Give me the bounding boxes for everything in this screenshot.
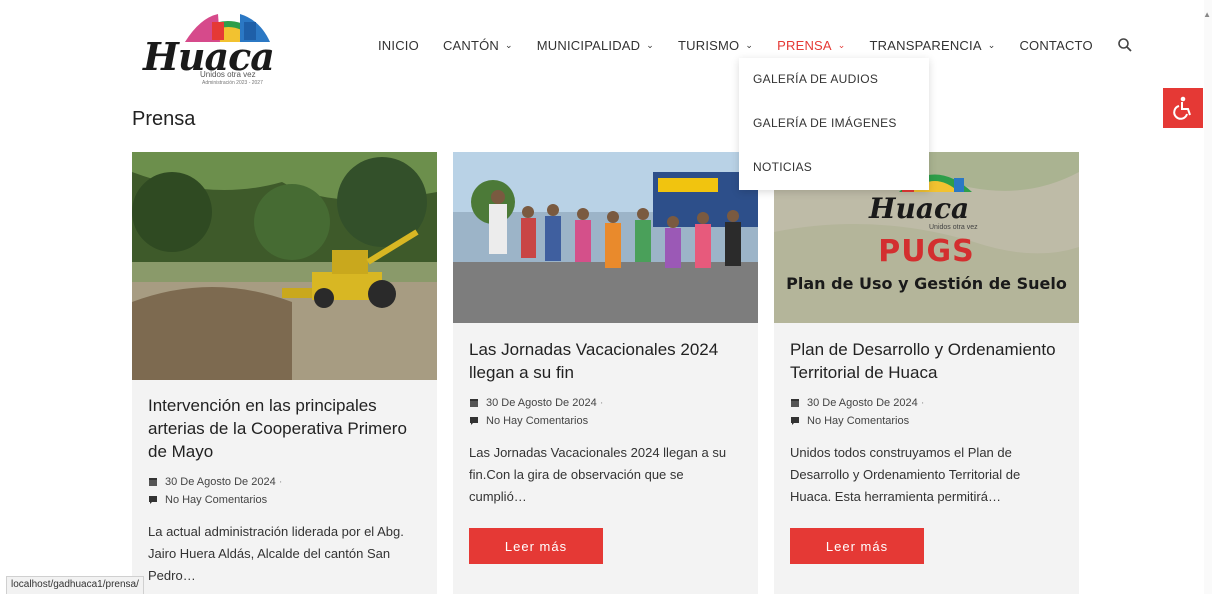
main-nav: INICIO CANTÓN ⌄ MUNICIPALIDAD ⌄ TURISMO ⌄ P… (366, 37, 1133, 53)
post-date: 30 De Agosto De 2024 (807, 397, 918, 409)
post-card: Las Jornadas Vacacionales 2024 llegan a … (453, 152, 758, 594)
nav-item-turismo[interactable]: TURISMO ⌄ (678, 38, 753, 53)
chevron-down-icon: ⌄ (837, 39, 846, 50)
nav-label: TRANSPARENCIA (869, 37, 982, 53)
post-image[interactable] (453, 152, 758, 323)
page-scrollbar[interactable] (1204, 0, 1212, 594)
pugs-subheadline: Plan de Uso y Gestión de Suelo (786, 274, 1067, 293)
pugs-headline: PUGS (878, 234, 975, 269)
nav-item-inicio[interactable]: INICIO (378, 38, 419, 53)
post-comments[interactable]: No Hay Comentarios (807, 412, 909, 430)
comment-icon (470, 417, 478, 425)
scroll-up-icon[interactable]: ▲ (1203, 10, 1211, 19)
post-excerpt: Unidos todos construyamos el Plan de Des… (790, 445, 1021, 504)
logo-admin-period: Administración 2023 - 2027 (202, 80, 263, 86)
post-title[interactable]: Las Jornadas Vacacionales 2024 llegan a … (469, 338, 742, 384)
post-title[interactable]: Plan de Desarrollo y Ordenamiento Territ… (790, 338, 1063, 384)
pugs-tagline: Unidos otra vez (929, 224, 978, 231)
meta-separator: · (920, 397, 925, 409)
post-image[interactable] (132, 152, 437, 380)
menu-item-galeria-audios[interactable]: GALERÍA DE AUDIOS (739, 58, 929, 102)
comment-icon (149, 496, 157, 504)
calendar-icon (791, 399, 799, 407)
post-card: Intervención en las principales arterias… (132, 152, 437, 594)
nav-item-municipalidad[interactable]: MUNICIPALIDAD ⌄ (537, 38, 654, 53)
calendar-icon (149, 478, 157, 486)
chevron-down-icon: ⌄ (745, 39, 754, 50)
chevron-down-icon: ⌄ (987, 39, 996, 50)
nav-item-transparencia[interactable]: TRANSPARENCIA ⌄ (870, 38, 996, 53)
pugs-brand: Huaca (869, 192, 970, 225)
post-meta: 30 De Agosto De 2024 · No Hay Comentario… (469, 394, 742, 430)
nav-item-canton[interactable]: CANTÓN ⌄ (443, 38, 513, 53)
post-comments[interactable]: No Hay Comentarios (486, 412, 588, 430)
post-meta: 30 De Agosto De 2024 · No Hay Comentario… (790, 394, 1063, 430)
calendar-icon (470, 399, 478, 407)
read-more-button[interactable]: Leer más (790, 528, 924, 564)
nav-label: TURISMO (678, 37, 740, 53)
post-card: Huaca Unidos otra vez PUGS Plan de Uso y… (774, 152, 1079, 594)
post-date: 30 De Agosto De 2024 (486, 397, 597, 409)
post-comments[interactable]: No Hay Comentarios (165, 491, 267, 509)
nav-label: INICIO (378, 37, 419, 53)
read-more-button[interactable]: Leer más (469, 528, 603, 564)
post-meta: 30 De Agosto De 2024 · No Hay Comentario… (148, 473, 421, 509)
post-body: Plan de Desarrollo y Ordenamiento Territ… (790, 338, 1063, 508)
meta-separator: · (278, 476, 283, 488)
comment-icon (791, 417, 799, 425)
post-body: Las Jornadas Vacacionales 2024 llegan a … (469, 338, 742, 508)
menu-item-noticias[interactable]: NOTICIAS (739, 146, 929, 190)
chevron-down-icon: ⌄ (646, 39, 655, 50)
nav-label: CANTÓN (442, 37, 500, 53)
site-logo[interactable]: Huaca Unidos otra vez Administración 202… (140, 8, 290, 92)
post-excerpt: Las Jornadas Vacacionales 2024 llegan a … (469, 445, 727, 504)
wheelchair-icon (1173, 96, 1191, 120)
menu-item-galeria-imagenes[interactable]: GALERÍA DE IMÁGENES (739, 102, 929, 146)
meta-separator: · (599, 397, 604, 409)
prensa-dropdown-menu: GALERÍA DE AUDIOS GALERÍA DE IMÁGENES NO… (739, 58, 929, 190)
nav-item-prensa[interactable]: PRENSA ⌄ (777, 38, 845, 53)
page-title: Prensa (132, 108, 196, 130)
post-excerpt: La actual administración liderada por el… (148, 524, 404, 583)
nav-item-contacto[interactable]: CONTACTO (1019, 38, 1092, 53)
nav-label: MUNICIPALIDAD (536, 37, 641, 53)
nav-label: CONTACTO (1019, 37, 1093, 53)
post-title[interactable]: Intervención en las principales arterias… (148, 394, 421, 463)
status-bar-url: localhost/gadhuaca1/prensa/ (6, 576, 144, 594)
logo-tagline: Unidos otra vez (200, 70, 256, 79)
post-body: Intervención en las principales arterias… (148, 394, 421, 587)
post-date: 30 De Agosto De 2024 (165, 476, 276, 488)
nav-label: PRENSA (777, 37, 832, 53)
search-icon[interactable] (1117, 37, 1133, 53)
accessibility-button[interactable] (1163, 88, 1203, 128)
chevron-down-icon: ⌄ (505, 39, 513, 50)
